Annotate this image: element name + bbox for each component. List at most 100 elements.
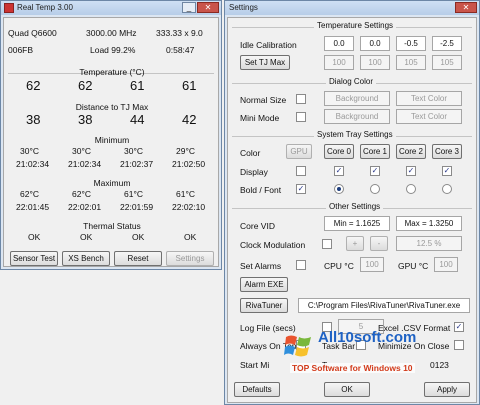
settings-titlebar[interactable]: Settings ✕: [225, 1, 479, 15]
core3-status: OK: [184, 232, 197, 242]
cpu-alarm-label: CPU °C: [324, 261, 354, 271]
core1-status: OK: [80, 232, 93, 242]
cpu-load: Load 99.2%: [90, 45, 136, 55]
clock-minus-button[interactable]: -: [370, 236, 388, 251]
apply-button[interactable]: Apply: [424, 382, 470, 397]
core3-min-time: 21:02:50: [172, 159, 206, 169]
tjmax-core2[interactable]: 105: [396, 55, 426, 70]
watermark: All10soft.com TOP Software for Windows 1…: [284, 327, 470, 379]
core3-color-button[interactable]: Core 3: [432, 144, 462, 159]
realtemp-title: Real Temp 3.00: [17, 3, 73, 12]
alarm-exe-button[interactable]: Alarm EXE: [240, 277, 288, 292]
set-alarms-label: Set Alarms: [240, 261, 282, 271]
cpu-id: 006FB: [8, 45, 34, 55]
idle-cal-core1[interactable]: 0.0: [360, 36, 390, 51]
core3-min: 29°C: [176, 146, 195, 156]
core0-min: 30°C: [20, 146, 39, 156]
gpu-color-button[interactable]: GPU: [286, 144, 312, 159]
bold-font-checkbox[interactable]: ✓: [296, 184, 306, 194]
font-core3-radio[interactable]: [442, 184, 452, 194]
set-alarms-checkbox[interactable]: [296, 260, 306, 270]
minimum-label: Minimum: [94, 135, 130, 145]
idle-cal-core3[interactable]: -2.5: [432, 36, 462, 51]
color-label: Color: [240, 148, 261, 158]
clock-percent-field[interactable]: 12.5 %: [396, 236, 462, 251]
settings-title: Settings: [229, 3, 258, 12]
font-core1-radio[interactable]: [370, 184, 380, 194]
watermark-site: All10soft.com: [318, 329, 417, 346]
mini-background-button[interactable]: Background: [324, 109, 390, 124]
core3-dist: 42: [182, 112, 197, 127]
close-icon[interactable]: ✕: [455, 2, 477, 13]
maximum-label: Maximum: [93, 178, 131, 188]
core1-max-time: 22:02:01: [68, 202, 102, 212]
display-core2-checkbox[interactable]: ✓: [406, 166, 416, 176]
core0-color-button[interactable]: Core 0: [324, 144, 354, 159]
core2-max-time: 22:01:59: [120, 202, 154, 212]
core2-dist: 44: [130, 112, 145, 127]
gpu-alarm-label: GPU °C: [398, 261, 429, 271]
watermark-tagline: TOP Software for Windows 10: [290, 363, 415, 373]
idle-calibration-label: Idle Calibration: [240, 40, 297, 50]
clock-plus-button[interactable]: +: [346, 236, 364, 251]
display-gpu-checkbox[interactable]: [296, 166, 306, 176]
normal-size-checkbox[interactable]: [296, 94, 306, 104]
display-core0-checkbox[interactable]: ✓: [334, 166, 344, 176]
clock-modulation-checkbox[interactable]: [322, 239, 332, 249]
defaults-button[interactable]: Defaults: [234, 382, 280, 397]
realtemp-titlebar[interactable]: Real Temp 3.00 _ ✕: [1, 1, 221, 15]
core2-color-button[interactable]: Core 2: [396, 144, 426, 159]
tjmax-core0[interactable]: 100: [324, 55, 354, 70]
min-vid-field: Min = 1.1625: [324, 216, 390, 231]
idle-cal-core0[interactable]: 0.0: [324, 36, 354, 51]
core-vid-label: Core VID: [240, 221, 275, 231]
bold-font-label: Bold / Font: [240, 185, 282, 195]
uptime: 0:58:47: [166, 45, 195, 55]
xs-bench-button[interactable]: XS Bench: [62, 251, 110, 266]
mini-text-color-button[interactable]: Text Color: [396, 109, 462, 124]
tray-settings-title: System Tray Settings: [314, 130, 396, 139]
core1-max: 62°C: [72, 189, 91, 199]
cpu-mult: 333.33 x 9.0: [156, 28, 203, 38]
core1-color-button[interactable]: Core 1: [360, 144, 390, 159]
reset-button[interactable]: Reset: [114, 251, 162, 266]
windows-logo-icon: [284, 335, 311, 357]
core0-dist: 38: [26, 112, 41, 127]
display-core1-checkbox[interactable]: ✓: [370, 166, 380, 176]
temperature-label: Temperature (°C): [79, 67, 145, 77]
cpu-alarm-field[interactable]: 100: [360, 257, 384, 272]
other-settings-title: Other Settings: [326, 202, 384, 211]
sensor-test-button[interactable]: Sensor Test: [10, 251, 58, 266]
normal-background-button[interactable]: Background: [324, 91, 390, 106]
core3-max: 61°C: [176, 189, 195, 199]
dialog-color-title: Dialog Color: [326, 77, 377, 86]
normal-text-color-button[interactable]: Text Color: [396, 91, 462, 106]
idle-cal-core2[interactable]: -0.5: [396, 36, 426, 51]
display-label: Display: [240, 167, 268, 177]
core2-min: 30°C: [124, 146, 143, 156]
tjmax-core1[interactable]: 100: [360, 55, 390, 70]
core1-min: 30°C: [72, 146, 91, 156]
set-tj-max-button[interactable]: Set TJ Max: [240, 55, 290, 70]
core3-temp: 61: [182, 78, 197, 93]
minimize-icon[interactable]: _: [182, 2, 196, 13]
rivatuner-path-field[interactable]: C:\Program Files\RivaTuner\RivaTuner.exe: [298, 298, 470, 313]
mini-mode-checkbox[interactable]: [296, 112, 306, 122]
core1-min-time: 21:02:34: [68, 159, 102, 169]
realtemp-body: Quad Q6600 3000.00 MHz 333.33 x 9.0 006F…: [3, 17, 219, 267]
display-core3-checkbox[interactable]: ✓: [442, 166, 452, 176]
font-core0-radio[interactable]: [334, 184, 344, 194]
font-core2-radio[interactable]: [406, 184, 416, 194]
gpu-alarm-field[interactable]: 100: [434, 257, 458, 272]
core0-temp: 62: [26, 78, 41, 93]
core2-status: OK: [132, 232, 145, 242]
core0-min-time: 21:02:34: [16, 159, 50, 169]
settings-button[interactable]: Settings: [166, 251, 214, 266]
cpu-freq: 3000.00 MHz: [86, 28, 137, 38]
rivatuner-button[interactable]: RivaTuner: [240, 298, 288, 313]
ok-button[interactable]: OK: [324, 382, 370, 397]
mini-mode-label: Mini Mode: [240, 113, 280, 123]
close-icon[interactable]: ✕: [197, 2, 219, 13]
core1-dist: 38: [78, 112, 93, 127]
tjmax-core3[interactable]: 105: [432, 55, 462, 70]
